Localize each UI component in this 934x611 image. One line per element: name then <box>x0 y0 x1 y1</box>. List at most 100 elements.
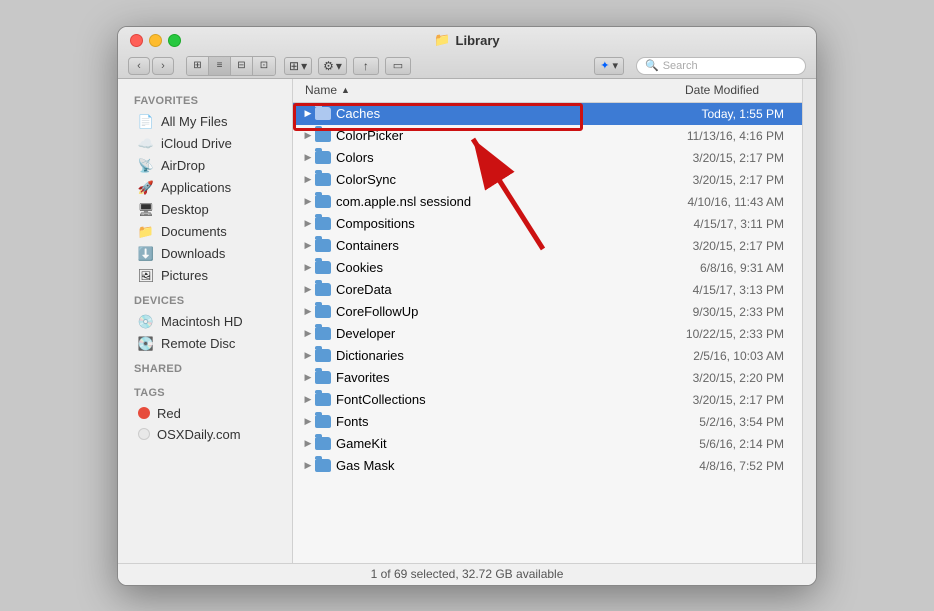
file-row-fontcollections[interactable]: ▶ FontCollections 3/20/15, 2:17 PM <box>293 389 802 411</box>
expand-icon[interactable]: ▶ <box>301 305 315 319</box>
file-name-gas-mask: Gas Mask <box>336 458 594 473</box>
column-header-name[interactable]: Name ▲ <box>301 79 681 102</box>
file-date-favorites: 3/20/15, 2:20 PM <box>594 371 794 385</box>
file-name-gamekit: GameKit <box>336 436 594 451</box>
expand-icon[interactable]: ▶ <box>301 261 315 275</box>
view-group: ⊞ ≡ ⊟ ⊡ <box>186 56 276 76</box>
expand-icon[interactable]: ▶ <box>301 151 315 165</box>
file-row-coredata[interactable]: ▶ CoreData 4/15/17, 3:13 PM <box>293 279 802 301</box>
file-row-fonts[interactable]: ▶ Fonts 5/2/16, 3:54 PM <box>293 411 802 433</box>
folder-icon <box>315 349 331 362</box>
expand-icon[interactable]: ▶ <box>301 327 315 341</box>
sidebar-item-downloads[interactable]: ⬇️ Downloads <box>122 243 288 265</box>
window-title: 📁 Library <box>434 32 499 48</box>
view-icons-button[interactable]: ⊞ <box>187 57 209 75</box>
arrange-button[interactable]: ⊞ ▾ <box>284 57 312 75</box>
expand-icon[interactable]: ▶ <box>301 195 315 209</box>
sidebar-item-tag-red[interactable]: Red <box>122 403 288 424</box>
sidebar-label-tag-red: Red <box>157 406 181 421</box>
file-date-coredata: 4/15/17, 3:13 PM <box>594 283 794 297</box>
expand-icon[interactable]: ▶ <box>301 415 315 429</box>
scrollbar[interactable] <box>802 79 816 563</box>
icloud-icon: ☁️ <box>138 136 154 152</box>
file-row-caches[interactable]: ▶ Caches Today, 1:55 PM <box>293 103 802 125</box>
expand-icon[interactable]: ▶ <box>301 129 315 143</box>
file-name-colorpicker: ColorPicker <box>336 128 594 143</box>
file-row-colorpicker[interactable]: ▶ ColorPicker 11/13/16, 4:16 PM <box>293 125 802 147</box>
sidebar-item-desktop[interactable]: 🖥 Desktop <box>122 199 288 221</box>
sidebar-label-macintosh-hd: Macintosh HD <box>161 314 243 329</box>
expand-icon[interactable]: ▶ <box>301 107 315 121</box>
sidebar-item-remote-disc[interactable]: 💽 Remote Disc <box>122 333 288 355</box>
file-name-dictionaries: Dictionaries <box>336 348 594 363</box>
expand-icon[interactable]: ▶ <box>301 371 315 385</box>
sidebar-label-all-my-files: All My Files <box>161 114 227 129</box>
file-name-coredata: CoreData <box>336 282 594 297</box>
folder-icon <box>315 393 331 406</box>
file-name-fontcollections: FontCollections <box>336 392 594 407</box>
sidebar-item-airdrop[interactable]: 📡 AirDrop <box>122 155 288 177</box>
folder-icon <box>315 195 331 208</box>
close-button[interactable]: × <box>130 34 143 47</box>
view-columns-button[interactable]: ⊟ <box>231 57 253 75</box>
documents-icon: 📁 <box>138 224 154 240</box>
file-date-fonts: 5/2/16, 3:54 PM <box>594 415 794 429</box>
downloads-icon: ⬇️ <box>138 246 154 262</box>
title-folder-icon: 📁 <box>434 32 450 48</box>
red-tag-dot <box>138 407 150 419</box>
back-button[interactable]: ‹ <box>128 57 150 75</box>
file-row-favorites[interactable]: ▶ Favorites 3/20/15, 2:20 PM <box>293 367 802 389</box>
column-header-date[interactable]: Date Modified <box>681 79 794 102</box>
file-row-cookies[interactable]: ▶ Cookies 6/8/16, 9:31 AM <box>293 257 802 279</box>
sidebar-label-downloads: Downloads <box>161 246 225 261</box>
file-row-dictionaries[interactable]: ▶ Dictionaries 2/5/16, 10:03 AM <box>293 345 802 367</box>
file-row-developer[interactable]: ▶ Developer 10/22/15, 2:33 PM <box>293 323 802 345</box>
expand-icon[interactable]: ▶ <box>301 173 315 187</box>
arrange-view-button[interactable]: ▭ <box>385 57 411 75</box>
sidebar-item-icloud-drive[interactable]: ☁️ iCloud Drive <box>122 133 288 155</box>
file-row-gamekit[interactable]: ▶ GameKit 5/6/16, 2:14 PM <box>293 433 802 455</box>
view-list-button[interactable]: ≡ <box>209 57 231 75</box>
share-button[interactable]: ↑ <box>353 57 379 75</box>
sidebar-item-documents[interactable]: 📁 Documents <box>122 221 288 243</box>
file-date-colorsync: 3/20/15, 2:17 PM <box>594 173 794 187</box>
expand-icon[interactable]: ▶ <box>301 393 315 407</box>
dropbox-button[interactable]: ✦ ▾ <box>594 57 624 75</box>
file-date-gamekit: 5/6/16, 2:14 PM <box>594 437 794 451</box>
sidebar-item-applications[interactable]: 🚀 Applications <box>122 177 288 199</box>
expand-icon[interactable]: ▶ <box>301 459 315 473</box>
file-row-compositions[interactable]: ▶ Compositions 4/15/17, 3:11 PM <box>293 213 802 235</box>
file-row-colorsync[interactable]: ▶ ColorSync 3/20/15, 2:17 PM <box>293 169 802 191</box>
expand-icon[interactable]: ▶ <box>301 217 315 231</box>
file-row-com-apple[interactable]: ▶ com.apple.nsl sessiond 4/10/16, 11:43 … <box>293 191 802 213</box>
sidebar-label-airdrop: AirDrop <box>161 158 205 173</box>
action-button[interactable]: ⚙ ▾ <box>318 57 347 75</box>
minimize-button[interactable]: – <box>149 34 162 47</box>
file-row-containers[interactable]: ▶ Containers 3/20/15, 2:17 PM <box>293 235 802 257</box>
file-date-com-apple: 4/10/16, 11:43 AM <box>594 195 794 209</box>
sidebar-label-tag-osxdaily: OSXDaily.com <box>157 427 241 442</box>
forward-button[interactable]: › <box>152 57 174 75</box>
sidebar: Favorites 📄 All My Files ☁️ iCloud Drive… <box>118 79 293 563</box>
gear-icon: ⚙ <box>323 59 334 73</box>
file-date-colors: 3/20/15, 2:17 PM <box>594 151 794 165</box>
sidebar-item-all-my-files[interactable]: 📄 All My Files <box>122 111 288 133</box>
file-row-colors[interactable]: ▶ Colors 3/20/15, 2:17 PM <box>293 147 802 169</box>
file-row-corefollowup[interactable]: ▶ CoreFollowUp 9/30/15, 2:33 PM <box>293 301 802 323</box>
expand-icon[interactable]: ▶ <box>301 437 315 451</box>
expand-icon[interactable]: ▶ <box>301 239 315 253</box>
sidebar-item-pictures[interactable]: 🖼 Pictures <box>122 265 288 287</box>
file-date-caches: Today, 1:55 PM <box>594 107 794 121</box>
maximize-button[interactable]: + <box>168 34 181 47</box>
disc-icon: 💽 <box>138 336 154 352</box>
folder-icon <box>315 129 331 142</box>
view-cover-button[interactable]: ⊡ <box>253 57 275 75</box>
sidebar-item-tag-osxdaily[interactable]: OSXDaily.com <box>122 424 288 445</box>
expand-icon[interactable]: ▶ <box>301 283 315 297</box>
dropbox-icon: ✦ <box>600 59 609 72</box>
search-box[interactable]: 🔍 Search <box>636 57 806 75</box>
sidebar-item-macintosh-hd[interactable]: 💿 Macintosh HD <box>122 311 288 333</box>
expand-icon[interactable]: ▶ <box>301 349 315 363</box>
arrange-chevron: ▾ <box>301 59 307 73</box>
file-row-gas-mask[interactable]: ▶ Gas Mask 4/8/16, 7:52 PM <box>293 455 802 477</box>
